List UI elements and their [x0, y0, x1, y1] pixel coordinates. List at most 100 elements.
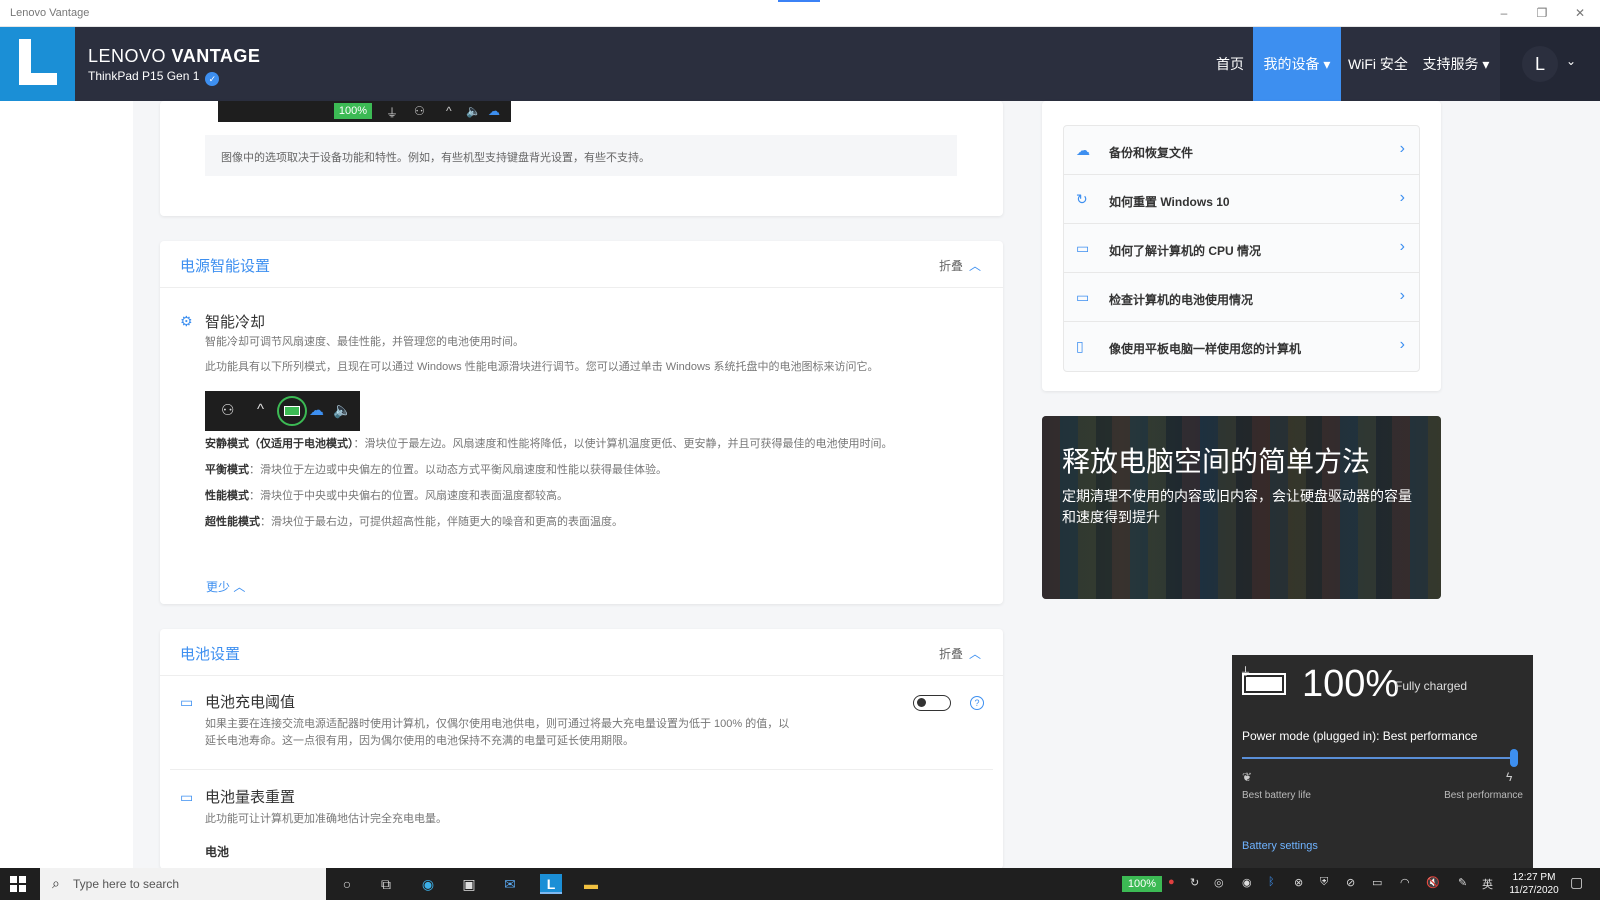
- bluetooth-icon[interactable]: ᛒ: [1268, 876, 1275, 888]
- volume-muted-icon[interactable]: 🔇: [1426, 876, 1440, 889]
- chevron-right-icon: ›: [1399, 238, 1405, 255]
- chevron-up-icon: ︿: [968, 647, 981, 661]
- link-battery-usage[interactable]: ▭ 检查计算机的电池使用情况 ›: [1064, 273, 1419, 322]
- loading-indicator: [778, 0, 820, 2]
- chevron-down-icon[interactable]: ⌄: [1566, 54, 1576, 68]
- leaf-icon: ❦: [1242, 770, 1253, 784]
- nav-my-device[interactable]: 我的设备 ▾: [1253, 27, 1341, 101]
- link-tablet-mode[interactable]: ▯ 像使用平板电脑一样使用您的计算机 ›: [1064, 322, 1419, 371]
- mode-quiet: 安静模式（仅适用于电池模式）：滑块位于最左边。风扇速度和性能将降低，以使计算机温…: [205, 438, 893, 450]
- store-icon[interactable]: ▣: [458, 874, 480, 894]
- window-titlebar: Lenovo Vantage – ❐ ✕: [0, 0, 1600, 27]
- power-smart-settings-card: 电源智能设置 折叠 ︿ ⚙ 智能冷却 智能冷却可调节风扇速度、最佳性能，并管理您的…: [160, 241, 1003, 604]
- section-header: 电源智能设置 折叠 ︿: [160, 241, 1003, 288]
- maximize-button[interactable]: ❐: [1532, 4, 1552, 22]
- windows-taskbar: ⌕ Type here to search ○ ⧉ ◉ ▣ ✉ L ▬ 100%…: [0, 868, 1600, 900]
- verified-check-icon: ✓: [205, 72, 220, 86]
- mail-icon[interactable]: ✉: [499, 874, 521, 894]
- xbox-icon[interactable]: ⊗: [1294, 876, 1303, 889]
- refresh-icon[interactable]: ↻: [1190, 876, 1199, 889]
- battery-settings-card: 电池设置 折叠 ︿ ▭ 电池充电阈值 如果主要在连接交流电源适配器时使用计算机，仅…: [160, 629, 1003, 869]
- slider-thumb[interactable]: [1510, 749, 1518, 767]
- battery-status: Fully charged: [1395, 679, 1468, 693]
- minimize-button[interactable]: –: [1494, 4, 1514, 22]
- feature-description: 智能冷却可调节风扇速度、最佳性能，并管理您的电池使用时间。: [205, 336, 524, 348]
- taskbar-search-box[interactable]: ⌕ Type here to search: [40, 868, 326, 900]
- chevron-right-icon: ›: [1399, 189, 1405, 206]
- search-placeholder: Type here to search: [73, 877, 180, 891]
- nav-wifi-security[interactable]: WiFi 安全: [1346, 27, 1410, 101]
- link-list: ☁ 备份和恢复文件 › ↻ 如何重置 Windows 10 › ▭ 如何了解计算…: [1063, 125, 1420, 372]
- link-reset-windows[interactable]: ↻ 如何重置 Windows 10 ›: [1064, 175, 1419, 224]
- people-icon: ⚇: [221, 402, 235, 419]
- battery-threshold-icon: ▭: [180, 694, 194, 710]
- cortana-icon[interactable]: ○: [336, 874, 358, 894]
- link-cpu-info[interactable]: ▭ 如何了解计算机的 CPU 情况 ›: [1064, 224, 1419, 273]
- volume-icon: 🔈: [333, 402, 352, 419]
- security-shield-icon[interactable]: ⛨: [1320, 876, 1328, 889]
- battery-percent: 100%: [1302, 663, 1400, 705]
- battery-full-icon: [1242, 673, 1286, 695]
- best-battery-label: Best battery life: [1242, 790, 1311, 801]
- laptop-icon: ▭: [1076, 240, 1090, 256]
- mode-balanced: 平衡模式：滑块位于左边或中央偏左的位置。以动态方式平衡风扇速度和性能以获得最佳体…: [205, 464, 667, 476]
- ime-indicator[interactable]: 英: [1482, 876, 1493, 892]
- nav-support[interactable]: 支持服务 ▾: [1415, 27, 1497, 101]
- refresh-icon: ↻: [1076, 191, 1088, 207]
- task-view-icon[interactable]: ⧉: [375, 874, 397, 894]
- lightning-icon: ϟ: [1506, 770, 1513, 784]
- account-menu[interactable]: L ⌄: [1500, 27, 1600, 101]
- battery-icon[interactable]: ▭: [1372, 876, 1382, 889]
- threshold-description: 如果主要在连接交流电源适配器时使用计算机，仅偶尔使用电池供电，则可通过将最大充电…: [205, 718, 790, 730]
- promo-banner[interactable]: 释放电脑空间的简单方法 定期清理不使用的内容或旧内容，会让硬盘驱动器的容量和速度…: [1042, 416, 1441, 599]
- power-mode-slider[interactable]: [1242, 757, 1514, 759]
- show-less-link[interactable]: 更少 ︿: [206, 578, 245, 595]
- gauge-description: 此功能可让计算机更加准确地估计完全充电电量。: [205, 813, 447, 825]
- people-icon: ⚇: [414, 104, 425, 118]
- notification-icon[interactable]: ▢: [1570, 874, 1583, 891]
- wifi-icon[interactable]: ◠: [1400, 876, 1410, 889]
- close-button[interactable]: ✕: [1570, 4, 1590, 22]
- threshold-toggle[interactable]: [913, 695, 951, 711]
- pen-icon[interactable]: ✎: [1458, 876, 1467, 889]
- app-header: LENOVO VANTAGE ThinkPad P15 Gen 1 ✓ 首页 我的…: [0, 27, 1600, 101]
- tray-battery-percent[interactable]: 100%: [1122, 876, 1162, 892]
- record-icon[interactable]: ◉: [1242, 876, 1252, 889]
- mode-extreme-performance: 超性能模式：滑块位于最右边，可提供超高性能，伴随更大的噪音和更高的表面温度。: [205, 516, 623, 528]
- promo-description: 定期清理不使用的内容或旧内容，会让硬盘驱动器的容量和速度得到提升: [1062, 488, 1412, 525]
- windows-start-icon[interactable]: [10, 876, 26, 892]
- avatar[interactable]: L: [1522, 46, 1558, 82]
- battery-settings-link[interactable]: Battery settings: [1242, 840, 1318, 852]
- lenovo-vantage-taskbar-icon[interactable]: L: [540, 874, 562, 894]
- file-explorer-icon[interactable]: ▬: [580, 874, 602, 894]
- search-icon: ⌕: [52, 875, 60, 891]
- feature-title: 智能冷却: [205, 314, 266, 331]
- window-title: Lenovo Vantage: [10, 7, 90, 19]
- battery-icon: [284, 406, 300, 416]
- link-backup-restore[interactable]: ☁ 备份和恢复文件 ›: [1064, 126, 1419, 175]
- tray-app-icon[interactable]: ●: [1168, 876, 1175, 888]
- section-title: 电源智能设置: [180, 258, 271, 275]
- battery-icon: ▭: [1076, 289, 1090, 305]
- collapse-button[interactable]: 折叠 ︿: [939, 645, 981, 662]
- network-off-icon[interactable]: ⊘: [1346, 876, 1355, 889]
- taskbar-clock[interactable]: 12:27 PM 11/27/2020: [1504, 871, 1564, 897]
- best-performance-label: Best performance: [1444, 790, 1523, 801]
- mode-performance: 性能模式：滑块位于中央或中央偏右的位置。风扇速度和表面温度都较高。: [205, 490, 568, 502]
- help-icon[interactable]: ?: [970, 696, 984, 710]
- page-margin: [0, 101, 133, 868]
- device-feature-note: 图像中的选项取决于设备功能和特性。例如，有些机型支持键盘背光设置，有些不支持。: [205, 135, 957, 176]
- nav-home[interactable]: 首页: [1210, 27, 1250, 101]
- lenovo-logo[interactable]: [0, 27, 75, 101]
- steam-icon[interactable]: ◎: [1214, 876, 1224, 889]
- chevron-up-icon: ︿: [968, 259, 981, 273]
- chevron-right-icon: ›: [1399, 287, 1405, 304]
- tablet-icon: ▯: [1076, 338, 1084, 354]
- onedrive-icon: ☁: [309, 402, 324, 419]
- edge-icon[interactable]: ◉: [417, 874, 439, 894]
- section-title: 电池设置: [180, 646, 241, 663]
- collapse-button[interactable]: 折叠 ︿: [939, 257, 981, 274]
- battery-label: 电池: [205, 845, 230, 859]
- related-links-card: ☁ 备份和恢复文件 › ↻ 如何重置 Windows 10 › ▭ 如何了解计算…: [1042, 101, 1441, 391]
- keyboard-settings-card: 100% ⏚ ⚇ ^ 🔈 ☁ 图像中的选项取决于设备功能和特性。例如，有些机型支…: [160, 101, 1003, 216]
